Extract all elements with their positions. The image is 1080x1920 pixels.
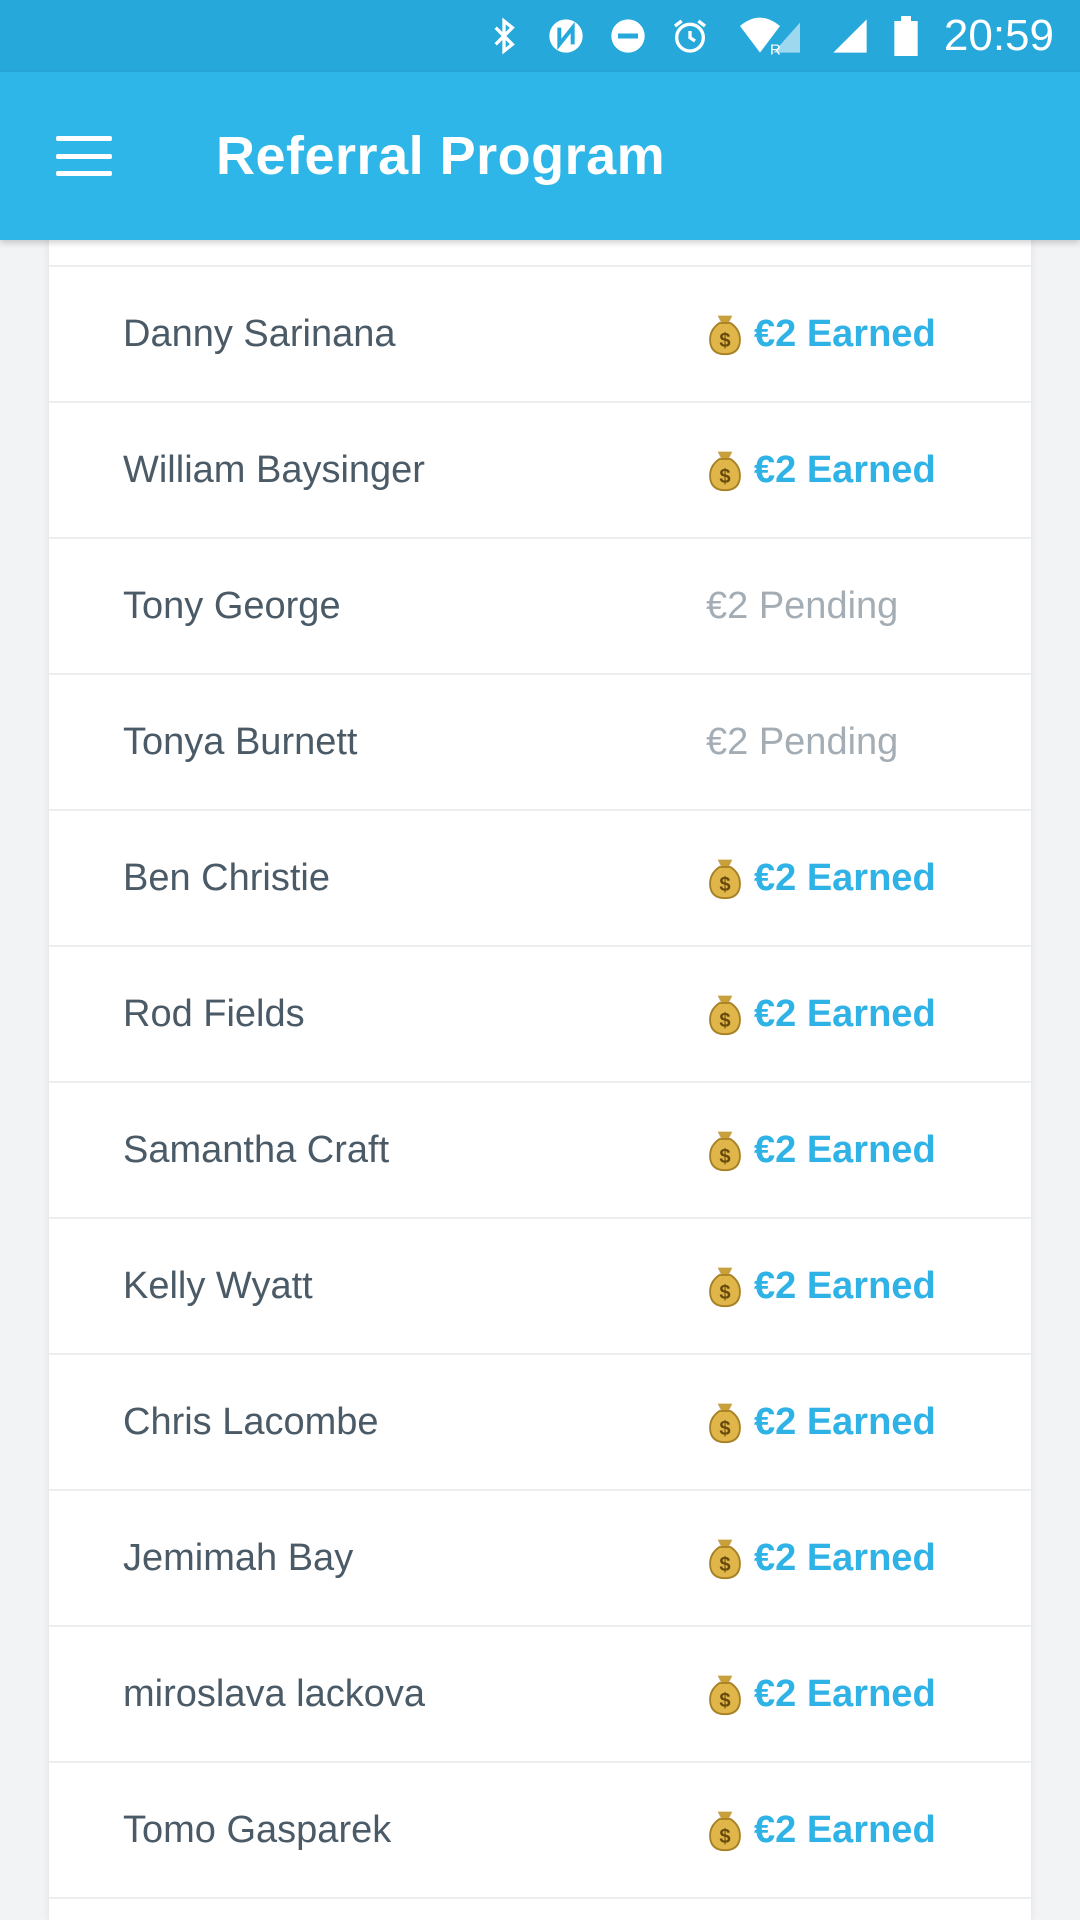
money-bag-icon: $ [706,312,754,356]
referral-status: €2 Pending [706,585,898,628]
status-bar: R 20:59 [0,0,1080,72]
app-bar: Referral Program [0,72,1080,240]
money-bag-icon: $ [706,1128,754,1172]
referral-name: Danny Sarinana [123,312,396,355]
referral-name: Tonya Burnett [123,720,358,763]
money-bag-icon: $ [706,992,754,1036]
alarm-icon [668,14,712,58]
battery-icon [890,14,922,58]
svg-text:$: $ [719,1826,730,1848]
bluetooth-icon [482,14,526,58]
referral-status: $ €2 Earned [706,992,936,1036]
list-item[interactable]: Tomo Gasparek $ €2 Earned [49,1763,1031,1899]
referral-status: $ €2 Earned [706,312,936,356]
wifi-signal-icon: R [730,14,810,58]
referral-status-label: €2 Earned [754,856,936,899]
referral-status-label: €2 Earned [754,1672,936,1715]
referral-status-label: €2 Earned [754,1536,936,1579]
referral-status: $ €2 Earned [706,1808,936,1852]
list-item[interactable]: Chris Lacombe $ €2 Earned [49,1355,1031,1491]
network-label: R [770,41,781,56]
referral-name: Samantha Craft [123,1128,390,1171]
svg-text:$: $ [719,1690,730,1712]
referral-status: $ €2 Earned [706,1536,936,1580]
referral-status-label: €2 Earned [754,312,936,355]
svg-text:$: $ [719,330,730,352]
referral-name: Ben Christie [123,856,330,899]
list-item[interactable]: Samantha Craft $ €2 Earned [49,1083,1031,1219]
svg-text:$: $ [719,874,730,896]
referral-name: Rod Fields [123,992,305,1035]
svg-text:$: $ [719,1282,730,1304]
clock: 20:59 [943,11,1054,60]
referral-status-label: €2 Earned [754,992,936,1035]
list-item[interactable]: William Baysinger $ €2 Earned [49,403,1031,539]
list-item[interactable]: Tony George €2 Pending [49,539,1031,675]
nfc-icon [544,14,588,58]
referral-status-label: €2 Pending [706,720,899,763]
referral-status-label: €2 Earned [754,1264,936,1307]
referral-name: Chris Lacombe [123,1400,379,1443]
page-title: Referral Program [216,126,666,186]
referral-status: $ €2 Earned [706,1128,936,1172]
money-bag-icon: $ [706,1808,754,1852]
referral-status-label: €2 Earned [754,448,936,491]
referral-list: Nicole Myers$€2 EarnedDanny Sarinana$€2 … [49,200,1031,1920]
referral-status: €2 Pending [706,721,898,764]
cell-signal-icon [828,14,872,58]
list-item[interactable]: Danny Sarinana $ €2 Earned [49,267,1031,403]
list-item[interactable]: Rod Fields $ €2 Earned [49,947,1031,1083]
referral-status: $ €2 Earned [706,1672,936,1716]
do-not-disturb-icon [606,14,650,58]
list-item[interactable]: Jemimah Bay $ €2 Earned [49,1491,1031,1627]
referral-status: $ €2 Earned [706,856,936,900]
svg-text:$: $ [719,1554,730,1576]
hamburger-menu-icon[interactable] [0,72,168,240]
referral-status-label: €2 Earned [754,1808,936,1851]
svg-text:$: $ [719,466,730,488]
referral-name: Tomo Gasparek [123,1808,392,1851]
money-bag-icon: $ [706,1264,754,1308]
svg-text:$: $ [719,1146,730,1168]
money-bag-icon: $ [706,448,754,492]
referral-name: Jemimah Bay [123,1536,354,1579]
referral-status: $ €2 Earned [706,448,936,492]
svg-text:$: $ [719,1418,730,1440]
list-item[interactable]: Ben Christie $ €2 Earned [49,811,1031,947]
referral-status-label: €2 Earned [754,1128,936,1171]
referral-name: miroslava lackova [123,1672,425,1715]
referral-status-label: €2 Pending [706,584,899,627]
money-bag-icon: $ [706,1536,754,1580]
referral-status-label: €2 Earned [754,1400,936,1443]
money-bag-icon: $ [706,1672,754,1716]
referral-name: William Baysinger [123,448,425,491]
referral-status: $ €2 Earned [706,1264,936,1308]
referral-name: Kelly Wyatt [123,1264,313,1307]
list-item[interactable]: miroslava lackova $ €2 Earned [49,1627,1031,1763]
svg-text:$: $ [719,1010,730,1032]
money-bag-icon: $ [706,1400,754,1444]
money-bag-icon: $ [706,856,754,900]
referral-status: $ €2 Earned [706,1400,936,1444]
list-item[interactable]: Tonya Burnett €2 Pending [49,675,1031,811]
referral-name: Tony George [123,584,341,627]
list-item[interactable]: Kelly Wyatt $ €2 Earned [49,1219,1031,1355]
